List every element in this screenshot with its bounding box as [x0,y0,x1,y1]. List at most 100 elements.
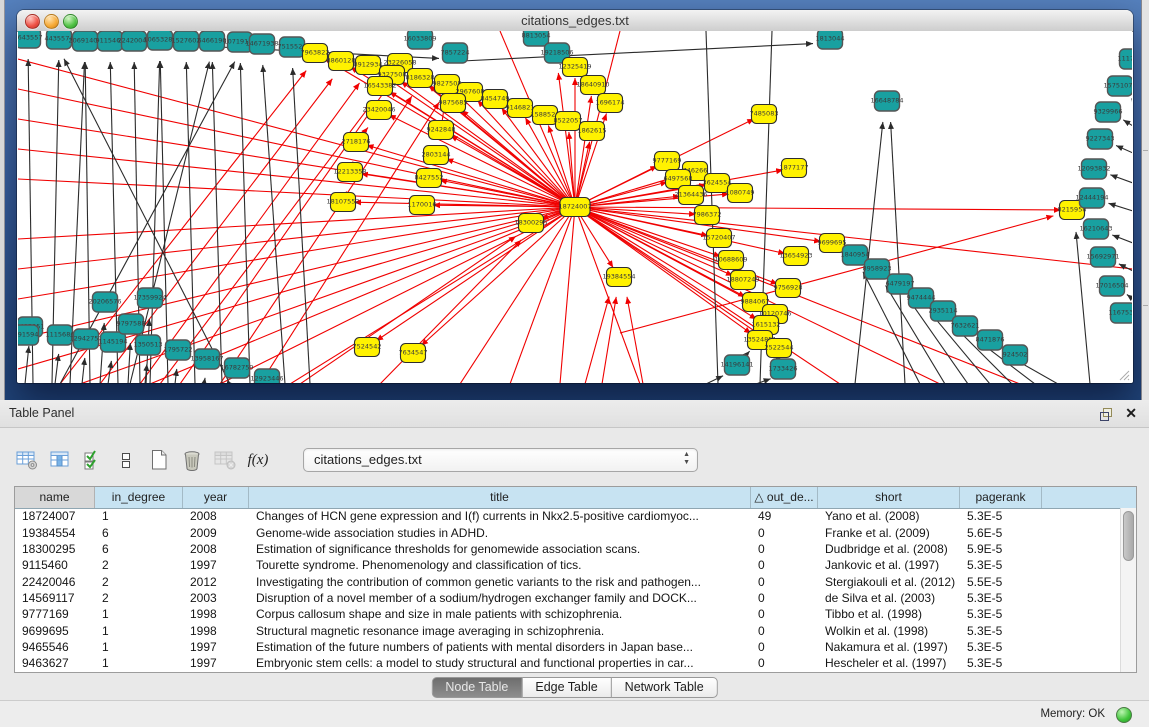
table-cell-in_degree[interactable]: 1 [95,624,183,638]
table-cell-pagerank[interactable]: 5.5E-5 [960,575,1042,589]
tab-edge-table[interactable]: Edge Table [522,677,611,698]
table-cell-name[interactable]: 9115460 [15,558,95,572]
table-cell-short[interactable]: Franke et al. (2009) [818,526,960,540]
table-cell-title[interactable]: Estimation of significance thresholds fo… [249,542,751,556]
table-cell-title[interactable]: Tourette syndrome. Phenomenology and cla… [249,558,751,572]
zoom-window-icon[interactable] [63,14,78,29]
table-cell-name[interactable]: 18724007 [15,509,95,523]
table-cell-short[interactable]: Stergiakouli et al. (2012) [818,575,960,589]
table-cell-pagerank[interactable]: 5.3E-5 [960,624,1042,638]
table-cell-name[interactable]: 22420046 [15,575,95,589]
table-cell-out_de[interactable]: 0 [751,526,818,540]
table-cell-in_degree[interactable]: 6 [95,542,183,556]
table-cell-out_de[interactable]: 0 [751,558,818,572]
table-cell-out_de[interactable]: 0 [751,640,818,654]
table-cell-in_degree[interactable]: 1 [95,656,183,670]
window-title-bar[interactable]: citations_edges.txt [17,10,1133,32]
table-row[interactable]: 1456911722003Disruption of a novel membe… [15,590,1121,606]
column-header-out_de[interactable]: △ out_de... [751,487,818,508]
column-header-name[interactable]: name [15,487,95,508]
table-cell-short[interactable]: Jankovic et al. (1997) [818,558,960,572]
function-builder-icon[interactable]: f(x) [247,449,269,471]
table-cell-pagerank[interactable]: 5.3E-5 [960,656,1042,670]
table-cell-year[interactable]: 1997 [183,656,249,670]
table-row[interactable]: 1938455462009Genome-wide association stu… [15,524,1121,540]
table-cell-in_degree[interactable]: 6 [95,526,183,540]
table-cell-year[interactable]: 2009 [183,526,249,540]
table-cell-name[interactable]: 9465546 [15,640,95,654]
table-cell-year[interactable]: 2012 [183,575,249,589]
table-cell-short[interactable]: Hescheler et al. (1997) [818,656,960,670]
table-cell-title[interactable]: Structural magnetic resonance image aver… [249,624,751,638]
table-settings-icon[interactable] [16,449,38,471]
table-cell-out_de[interactable]: 0 [751,542,818,556]
table-cell-year[interactable]: 1997 [183,640,249,654]
table-cell-in_degree[interactable]: 2 [95,591,183,605]
table-cell-name[interactable]: 19384554 [15,526,95,540]
tab-network-table[interactable]: Network Table [612,677,718,698]
column-header-in_degree[interactable]: in_degree [95,487,183,508]
column-header-title[interactable]: title [249,487,751,508]
table-cell-title[interactable]: Genome-wide association studies in ADHD. [249,526,751,540]
table-cell-short[interactable]: Tibbo et al. (1998) [818,607,960,621]
table-cell-year[interactable]: 1997 [183,558,249,572]
table-cell-out_de[interactable]: 49 [751,509,818,523]
table-cell-pagerank[interactable]: 5.3E-5 [960,607,1042,621]
column-header-year[interactable]: year [183,487,249,508]
scrollbar-thumb[interactable] [1123,511,1134,561]
table-cell-title[interactable]: Investigating the contribution of common… [249,575,751,589]
table-cell-short[interactable]: Nakamura et al. (1997) [818,640,960,654]
table-cell-name[interactable]: 9699695 [15,624,95,638]
table-cell-pagerank[interactable]: 5.3E-5 [960,558,1042,572]
table-cell-title[interactable]: Disruption of a novel member of a sodium… [249,591,751,605]
close-panel-icon[interactable]: ✕ [1125,405,1137,421]
table-cell-pagerank[interactable]: 5.9E-5 [960,542,1042,556]
table-cell-out_de[interactable]: 0 [751,624,818,638]
vertical-scrollbar[interactable] [1120,508,1136,672]
table-cell-in_degree[interactable]: 1 [95,509,183,523]
row-options-icon[interactable] [115,449,137,471]
table-cell-title[interactable]: Corpus callosum shape and size in male p… [249,607,751,621]
table-cell-pagerank[interactable]: 5.3E-5 [960,591,1042,605]
network-canvas[interactable]: 1643557443557420691406911546022420046106… [18,31,1132,383]
table-cell-out_de[interactable]: 0 [751,575,818,589]
select-all-icon[interactable] [82,449,104,471]
table-cell-title[interactable]: Estimation of the future numbers of pati… [249,640,751,654]
table-cell-in_degree[interactable]: 1 [95,607,183,621]
table-cell-short[interactable]: de Silva et al. (2003) [818,591,960,605]
table-cell-pagerank[interactable]: 5.3E-5 [960,640,1042,654]
table-cell-name[interactable]: 18300295 [15,542,95,556]
show-columns-icon[interactable] [49,449,71,471]
table-cell-in_degree[interactable]: 2 [95,558,183,572]
table-cell-name[interactable]: 9777169 [15,607,95,621]
float-panel-icon[interactable] [1099,407,1113,421]
table-row[interactable]: 1830029562008Estimation of significance … [15,541,1121,557]
table-row[interactable]: 2242004622012Investigating the contribut… [15,573,1121,589]
table-row[interactable]: 911546021997Tourette syndrome. Phenomeno… [15,557,1121,573]
table-select[interactable]: citations_edges.txt ▲▼ [303,448,698,472]
table-cell-name[interactable]: 14569117 [15,591,95,605]
table-row[interactable]: 969969511998Structural magnetic resonanc… [15,622,1121,638]
minimize-window-icon[interactable] [44,14,59,29]
table-cell-in_degree[interactable]: 1 [95,640,183,654]
table-cell-year[interactable]: 2008 [183,509,249,523]
tab-node-table[interactable]: Node Table [431,677,522,698]
table-cell-year[interactable]: 2008 [183,542,249,556]
table-cell-year[interactable]: 1998 [183,624,249,638]
table-cell-short[interactable]: Dudbridge et al. (2008) [818,542,960,556]
table-cell-pagerank[interactable]: 5.3E-5 [960,509,1042,523]
table-cell-short[interactable]: Yano et al. (2008) [818,509,960,523]
table-cell-out_de[interactable]: 0 [751,656,818,670]
table-row[interactable]: 946362711997Embryonic stem cells: a mode… [15,655,1121,671]
table-cell-out_de[interactable]: 0 [751,607,818,621]
close-window-icon[interactable] [25,14,40,29]
table-cell-short[interactable]: Wolkin et al. (1998) [818,624,960,638]
table-cell-title[interactable]: Embryonic stem cells: a model to study s… [249,656,751,670]
table-cell-year[interactable]: 1998 [183,607,249,621]
table-cell-name[interactable]: 9463627 [15,656,95,670]
table-cell-pagerank[interactable]: 5.6E-5 [960,526,1042,540]
column-header-pagerank[interactable]: pagerank [960,487,1042,508]
table-row[interactable]: 946554611997Estimation of the future num… [15,639,1121,655]
column-header-short[interactable]: short [818,487,960,508]
table-cell-in_degree[interactable]: 2 [95,575,183,589]
